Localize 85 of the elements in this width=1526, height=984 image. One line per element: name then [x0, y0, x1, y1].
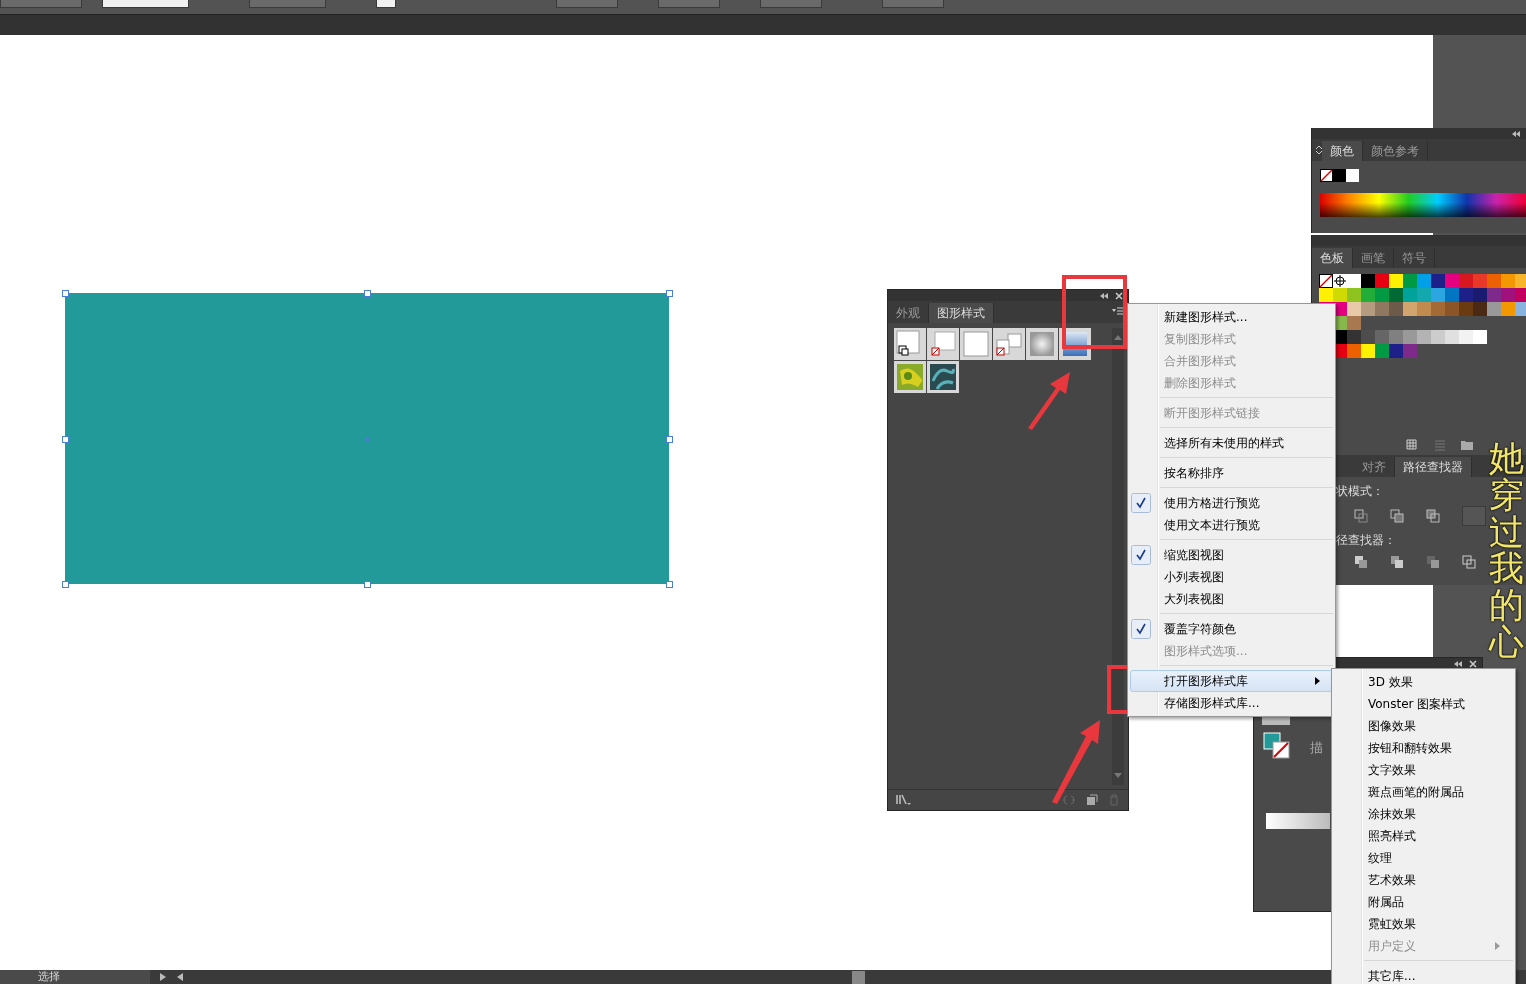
style-thumbnail[interactable] — [1026, 328, 1058, 360]
toolbar-field[interactable] — [556, 0, 618, 8]
close-icon[interactable] — [1115, 291, 1123, 300]
panel-tab[interactable]: 画笔 — [1353, 248, 1394, 268]
intersect-icon[interactable] — [1390, 509, 1404, 523]
menu-item[interactable]: 涂抹效果 — [1334, 803, 1513, 825]
style-thumbnail[interactable] — [927, 328, 959, 360]
menu-item[interactable]: 图像效果 — [1334, 715, 1513, 737]
folder-icon[interactable] — [1460, 439, 1474, 451]
scrollbar[interactable] — [1112, 328, 1124, 785]
close-icon[interactable] — [1469, 659, 1477, 668]
trim-icon[interactable] — [1390, 555, 1404, 569]
selection-handle[interactable] — [666, 581, 673, 588]
selection-handle[interactable] — [62, 290, 69, 297]
color-spectrum[interactable] — [1320, 193, 1526, 217]
menu-item[interactable]: 其它库... — [1334, 965, 1513, 984]
menu-item[interactable]: 缩览图视图 — [1130, 544, 1333, 566]
menu-item[interactable]: 小列表视图 — [1130, 566, 1333, 588]
exclude-icon[interactable] — [1426, 509, 1440, 523]
panel-tab[interactable]: 色板 — [1312, 248, 1353, 268]
panel-tab[interactable]: 颜色参考 — [1363, 141, 1428, 161]
panel-tab[interactable]: 符号 — [1394, 248, 1435, 268]
selection-handle[interactable] — [666, 290, 673, 297]
panel-tab[interactable]: 颜色 — [1322, 141, 1363, 161]
toolbar-field[interactable] — [249, 0, 326, 8]
panel-tab[interactable]: 图形样式 — [929, 303, 994, 323]
scrollbar-thumb[interactable] — [852, 971, 865, 984]
toolbar-field[interactable] — [760, 0, 822, 8]
menu-item[interactable]: 附属品 — [1334, 891, 1513, 913]
menu-item[interactable]: 覆盖字符颜色 — [1130, 618, 1333, 640]
menu-item[interactable]: 纹理 — [1334, 847, 1513, 869]
menu-item[interactable]: 选择所有未使用的样式 — [1130, 432, 1333, 454]
panel-menu-icon[interactable] — [1112, 307, 1124, 316]
toolbar-field[interactable] — [658, 0, 720, 8]
menu-item[interactable]: 使用方格进行预览 — [1130, 492, 1333, 514]
menu-item[interactable]: 照亮样式 — [1334, 825, 1513, 847]
selection-handle[interactable] — [666, 435, 673, 443]
menu-item[interactable]: 按名称排序 — [1130, 462, 1333, 484]
menu-item[interactable]: 斑点画笔的附属品 — [1334, 781, 1513, 803]
menu-item[interactable]: 按钮和翻转效果 — [1334, 737, 1513, 759]
toolbar-field[interactable] — [376, 0, 396, 8]
pathfinders-label: 径查找器： — [1336, 532, 1396, 549]
libraries-icon[interactable] — [896, 794, 912, 806]
style-thumbnail[interactable] — [894, 328, 926, 360]
submenu-arrow-icon — [1495, 942, 1500, 950]
style-thumbnail[interactable] — [927, 361, 959, 393]
menu-item[interactable]: 霓虹效果 — [1334, 913, 1513, 935]
annotation-arrow — [1026, 370, 1072, 430]
play-icon[interactable] — [159, 972, 167, 982]
tool-status-field[interactable]: 选择 — [0, 970, 150, 984]
color-chips-drawing[interactable] — [1320, 169, 1360, 182]
panel-tab[interactable]: 路径查找器 — [1395, 457, 1472, 477]
minus-front-icon[interactable] — [1354, 509, 1368, 523]
submenu-arrow-icon — [1315, 677, 1320, 685]
toolbar-field[interactable] — [102, 0, 189, 8]
scroll-left-icon[interactable] — [176, 972, 184, 982]
merge-icon[interactable] — [1426, 555, 1440, 569]
grid-view-icon[interactable] — [1406, 439, 1420, 451]
menu-item[interactable]: 存储图形样式库... — [1130, 692, 1333, 714]
selection-handle[interactable] — [62, 435, 69, 443]
new-style-icon[interactable] — [1086, 794, 1098, 806]
menu-item[interactable]: 大列表视图 — [1130, 588, 1333, 610]
selection-handle[interactable] — [62, 581, 69, 588]
scroll-up-icon[interactable] — [1114, 334, 1122, 340]
menu-item[interactable]: 艺术效果 — [1334, 869, 1513, 891]
shape-modes-label: 状模式： — [1336, 483, 1384, 500]
style-thumbnail[interactable] — [960, 328, 992, 360]
style-thumbnail[interactable] — [993, 328, 1025, 360]
menu-item[interactable]: 使用文本进行预览 — [1130, 514, 1333, 536]
menu-item[interactable]: Vonster 图案样式 — [1334, 693, 1513, 715]
selection-handle[interactable] — [364, 581, 371, 588]
menu-item[interactable]: 新建图形样式... — [1130, 306, 1333, 328]
toolbar-field[interactable] — [882, 0, 944, 8]
menu-item[interactable]: 3D 效果 — [1334, 671, 1513, 693]
divide-icon[interactable] — [1354, 555, 1368, 569]
center-point — [366, 437, 369, 441]
style-thumbnail[interactable] — [894, 361, 926, 393]
stroke-label: 描 — [1310, 739, 1323, 757]
menu-item[interactable]: 打开图形样式库 — [1130, 670, 1333, 692]
lyrics-text: 她穿过我的心 — [1489, 440, 1524, 661]
menu-item[interactable]: 文字效果 — [1334, 759, 1513, 781]
selection-handle[interactable] — [364, 290, 371, 297]
toolbar-field[interactable] — [0, 0, 82, 8]
scroll-down-icon[interactable] — [1114, 773, 1122, 779]
outline-icon[interactable] — [1462, 555, 1476, 569]
